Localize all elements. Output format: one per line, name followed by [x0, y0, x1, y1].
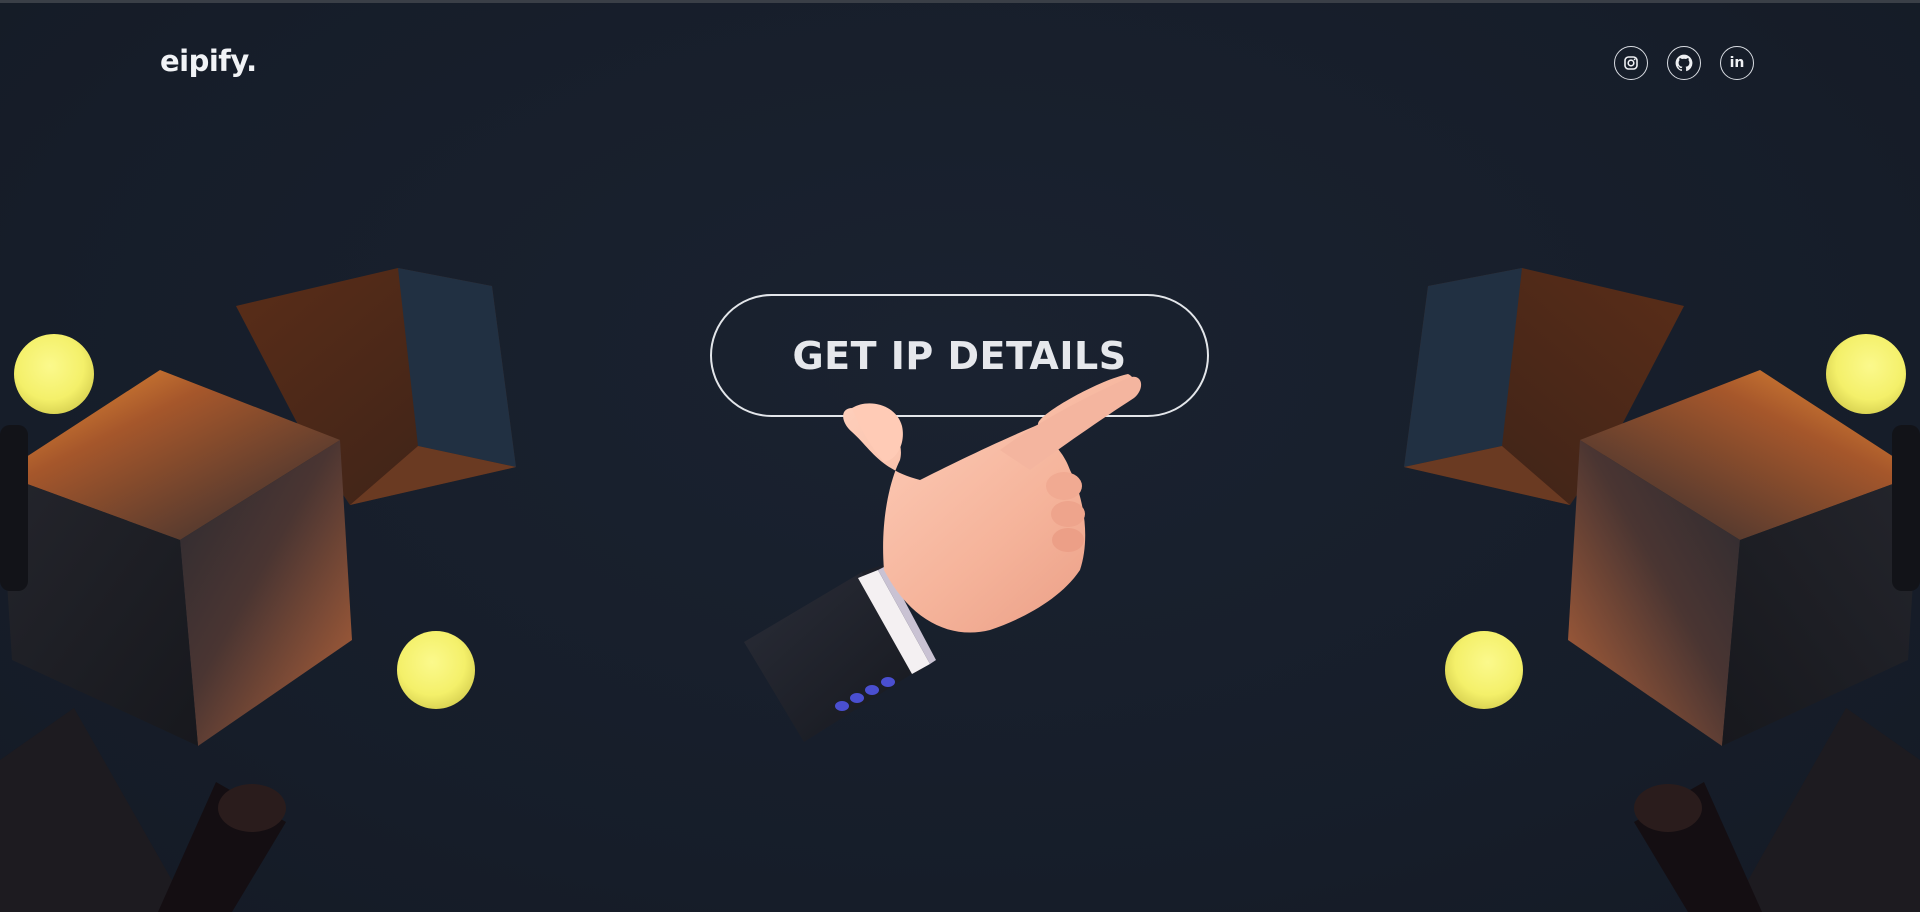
github-link[interactable] — [1667, 46, 1701, 80]
linkedin-link[interactable]: in — [1720, 46, 1754, 80]
linkedin-icon: in — [1729, 54, 1745, 71]
instagram-link[interactable] — [1614, 46, 1648, 80]
landing-page: eipify. in GET IP DETAILS — [0, 0, 1920, 912]
orb-left-top — [14, 334, 94, 414]
social-links: in — [1614, 46, 1754, 80]
logo[interactable]: eipify. — [160, 44, 257, 78]
scene-illustration — [0, 268, 1920, 912]
instagram-icon — [1624, 56, 1638, 70]
orb-left-bottom — [397, 631, 475, 709]
get-ip-details-button[interactable]: GET IP DETAILS — [710, 294, 1209, 417]
github-icon — [1675, 54, 1693, 72]
